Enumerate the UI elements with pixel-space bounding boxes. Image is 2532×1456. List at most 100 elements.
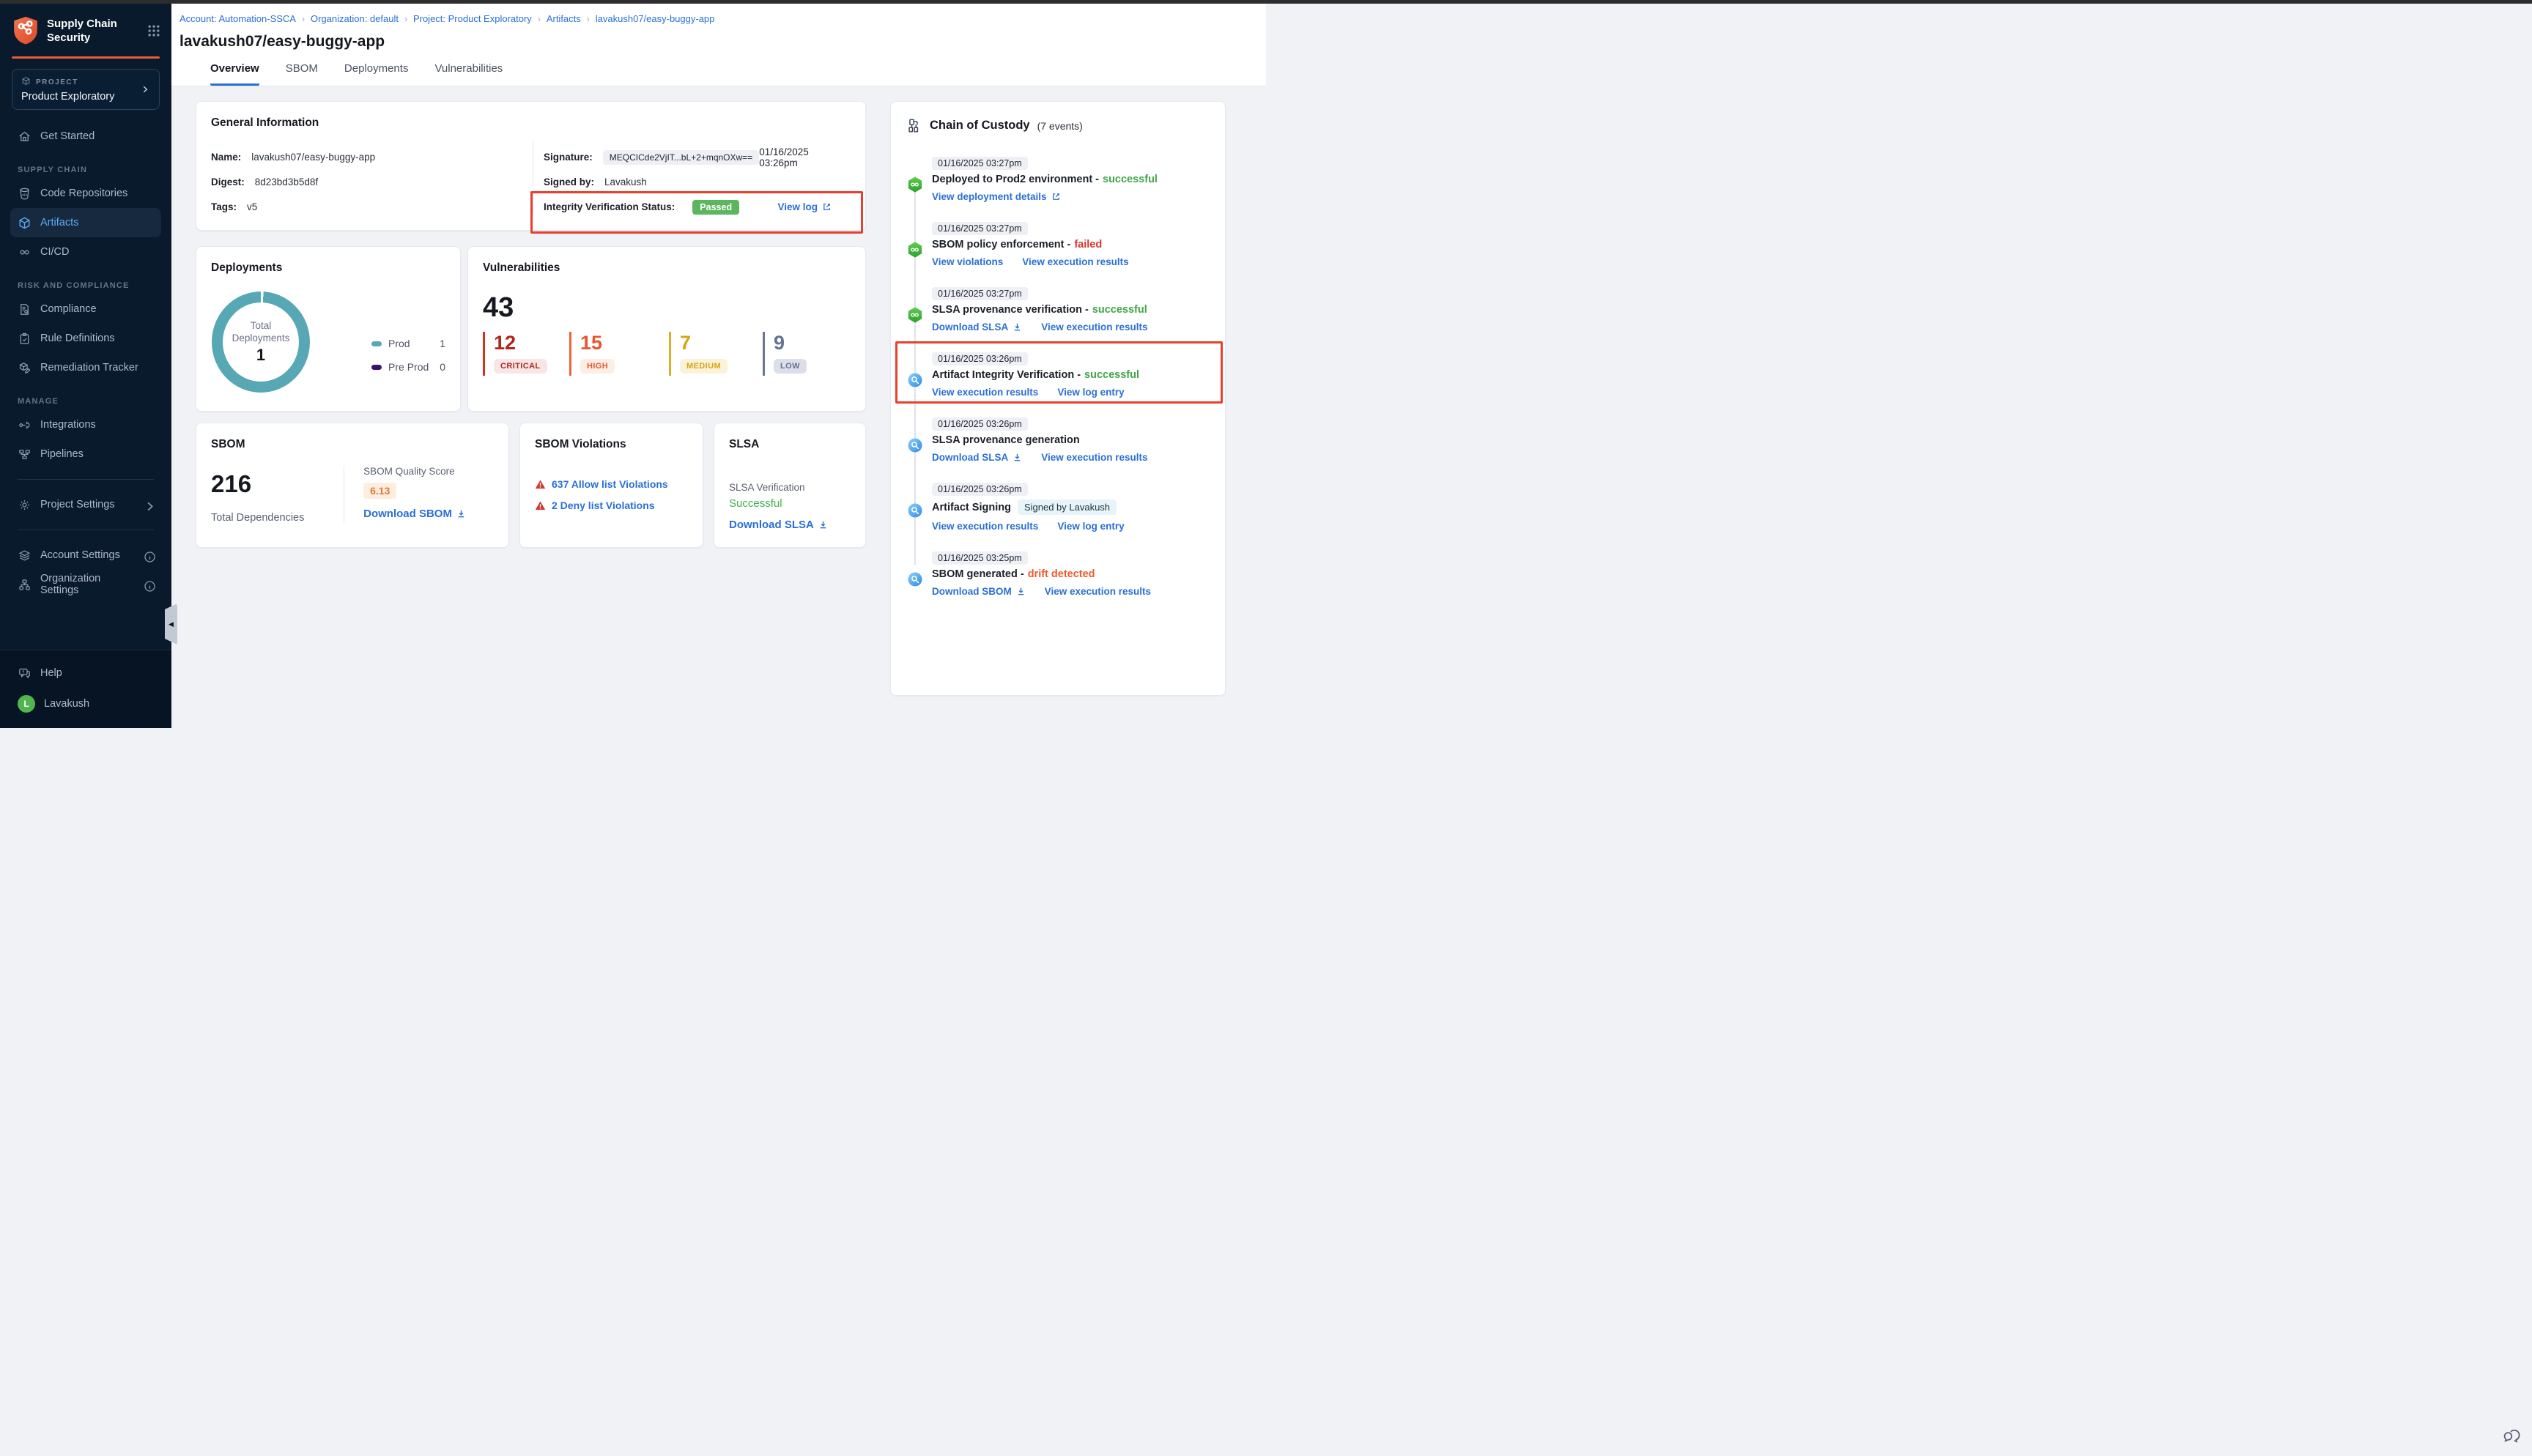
sidebar-item-code-repositories[interactable]: </>Code Repositories (10, 179, 161, 208)
signature-chip[interactable]: MEQCICde2VjIT...bL+2+mqnOXw== (603, 150, 759, 165)
download-sbom-link[interactable]: Download SBOM (363, 508, 466, 520)
view-log-link[interactable]: View log (777, 201, 832, 212)
event-link[interactable]: View execution results (1041, 452, 1147, 463)
event-title-row: SLSA provenance generation (932, 434, 1209, 446)
org-icon (18, 578, 32, 592)
slsa-card: SLSA SLSA Verification Successful Downlo… (714, 423, 866, 548)
event-timestamp: 01/16/2025 03:26pm (932, 483, 1028, 496)
event-status: drift detected (1028, 568, 1095, 580)
breadcrumb-item[interactable]: Artifacts (547, 13, 581, 24)
event-timestamp: 01/16/2025 03:25pm (932, 551, 1028, 565)
signature-row: Signature: MEQCICde2VjIT...bL+2+mqnOXw==… (544, 149, 851, 165)
tab-vulnerabilities[interactable]: Vulnerabilities (434, 62, 503, 86)
brand-title: Supply ChainSecurity (47, 17, 139, 45)
violation-link[interactable]: 2 Deny list Violations (552, 499, 655, 511)
digest-row: Digest:8d23bd3b5d8f (211, 174, 533, 190)
project-name: Product Exploratory (21, 91, 140, 103)
external-icon (1051, 192, 1061, 201)
sidebar: Supply ChainSecurity PROJECT Product Exp… (0, 4, 171, 728)
sidebar-collapse-handle[interactable]: ◀ (165, 603, 177, 645)
download-slsa-link[interactable]: Download SLSA (729, 519, 828, 531)
event-title-row: SLSA provenance verification - successfu… (932, 304, 1209, 316)
signed-by-value: Lavakush (604, 177, 647, 187)
sidebar-header: Supply ChainSecurity (0, 4, 171, 55)
event-links: View execution results View log entry (932, 521, 1209, 532)
event-link-label: View execution results (932, 387, 1038, 398)
sidebar-item-user[interactable]: L Lavakush (10, 688, 161, 719)
sidebar-item-account-settings[interactable]: Account Settings (10, 541, 161, 570)
artifact-name-value: lavakush07/easy-buggy-app (251, 152, 375, 163)
severity-badge: LOW (774, 359, 807, 374)
gear-icon (18, 498, 32, 512)
sidebar-item-organization-settings[interactable]: Organization Settings (10, 570, 161, 599)
sidebar-item-pipelines[interactable]: Pipelines (10, 439, 161, 469)
tab-sbom[interactable]: SBOM (286, 62, 318, 86)
tab-deployments[interactable]: Deployments (344, 62, 409, 86)
sidebar-item-label: Rule Definitions (40, 333, 154, 344)
nav-section-header: MANAGE (18, 397, 154, 406)
event-link[interactable]: View log entry (1057, 387, 1124, 398)
doc-icon (18, 302, 32, 316)
event-link[interactable]: View execution results (932, 521, 1038, 532)
chain-of-custody-title: Chain of Custody (930, 119, 1030, 133)
chain-event: 01/16/2025 03:27pmSBOM policy enforcemen… (907, 222, 1209, 267)
event-link-label: View deployment details (932, 191, 1047, 202)
sidebar-item-label: CI/CD (40, 246, 154, 258)
sidebar-item-artifacts[interactable]: Artifacts (10, 208, 161, 237)
violation-link[interactable]: 637 Allow list Violations (552, 478, 668, 490)
event-title: SLSA provenance generation (932, 434, 1080, 446)
sidebar-item-remediation-tracker[interactable]: Remediation Tracker (10, 353, 161, 382)
sidebar-item-compliance[interactable]: Compliance (10, 294, 161, 324)
legend-item-prod: Prod1 (371, 335, 445, 352)
event-link[interactable]: Download SBOM (932, 586, 1026, 597)
breadcrumb-item[interactable]: Organization: default (311, 13, 399, 24)
event-link[interactable]: View execution results (1045, 586, 1151, 597)
sidebar-item-get-started[interactable]: Get Started (10, 122, 161, 151)
project-selector[interactable]: PROJECT Product Exploratory (12, 69, 160, 110)
sidebar-item-ci-cd[interactable]: CI/CD (10, 237, 161, 267)
chain-event: 01/16/2025 03:26pmArtifact Integrity Ver… (907, 352, 1209, 398)
event-link[interactable]: View execution results (932, 387, 1038, 398)
supply-chain-security-logo-icon (12, 15, 40, 46)
event-links: Download SBOM View execution results (932, 586, 1209, 597)
event-links: View execution results View log entry (932, 387, 1209, 398)
event-title-row: SBOM policy enforcement - failed (932, 239, 1209, 250)
pipeline-step-icon (907, 177, 923, 193)
event-link[interactable]: View execution results (1041, 322, 1147, 333)
event-link[interactable]: View violations (932, 256, 1003, 267)
event-link[interactable]: View deployment details (932, 191, 1061, 202)
breadcrumb-item[interactable]: Account: Automation-SSCA (179, 13, 296, 24)
sidebar-item-integrations[interactable]: Integrations (10, 410, 161, 439)
legend-label: Prod (388, 338, 410, 349)
event-link[interactable]: Download SLSA (932, 452, 1022, 463)
event-link[interactable]: View execution results (1022, 256, 1128, 267)
event-link[interactable]: View log entry (1057, 521, 1124, 532)
event-title: Deployed to Prod2 environment - (932, 174, 1099, 185)
sidebar-item-label: Get Started (40, 130, 154, 142)
nav-divider (18, 479, 154, 480)
event-link-label: View execution results (1045, 586, 1151, 597)
sidebar-item-project-settings[interactable]: Project Settings (10, 490, 161, 519)
sidebar-item-rule-definitions[interactable]: Rule Definitions (10, 324, 161, 353)
vulnerabilities-title: Vulnerabilities (483, 261, 851, 275)
sbom-card: SBOM 216 Total Dependencies SBOM Quality… (196, 423, 509, 548)
event-title-row: Artifact SigningSigned by Lavakush (932, 499, 1209, 515)
event-status: successful (1103, 174, 1158, 185)
event-title-row: SBOM generated - drift detected (932, 568, 1209, 580)
event-link[interactable]: Download SLSA (932, 322, 1022, 333)
severity-tile-low: 9LOW (763, 332, 807, 376)
tab-overview[interactable]: Overview (210, 62, 259, 86)
breadcrumb-item[interactable]: Project: Product Exploratory (413, 13, 532, 24)
app-switcher-icon[interactable] (147, 23, 161, 38)
chain-event: 01/16/2025 03:27pmSLSA provenance verifi… (907, 287, 1209, 333)
event-title: SBOM policy enforcement - (932, 239, 1070, 250)
feedback-chat-icon[interactable] (2502, 1425, 2522, 1444)
breadcrumb-item[interactable]: lavakush07/easy-buggy-app (596, 13, 715, 24)
sidebar-item-help[interactable]: ? Help (10, 658, 161, 688)
general-information-title: General Information (211, 116, 851, 130)
event-links: View deployment details (932, 191, 1209, 202)
pipeline-step-icon (907, 242, 923, 258)
signed-by-row: Signed by:Lavakush (544, 174, 851, 190)
sidebar-item-label: Account Settings (40, 549, 134, 561)
integrations-icon (18, 418, 32, 432)
